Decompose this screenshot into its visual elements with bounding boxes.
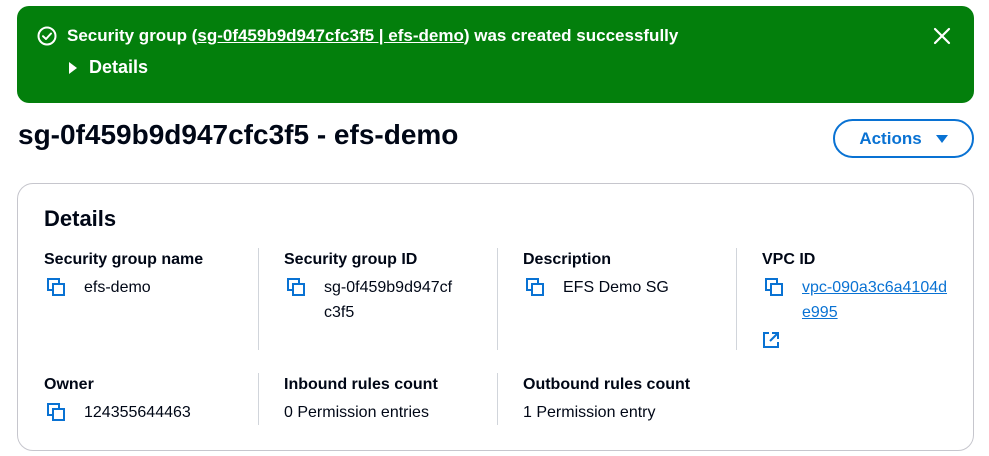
field-label: Owner <box>44 376 94 393</box>
field-security-group-id: Security group ID sg-0f459b9d947cfc3f5 <box>284 251 484 325</box>
field-label: Description <box>523 251 612 268</box>
field-description: Description EFS Demo SG <box>523 251 753 300</box>
success-flash-banner: Security group (sg-0f459b9d947cfc3f5 | e… <box>17 6 974 103</box>
success-check-icon <box>37 26 57 46</box>
security-group-id-value: sg-0f459b9d947cfc3f5 <box>324 279 453 321</box>
flash-message: Security group (sg-0f459b9d947cfc3f5 | e… <box>37 26 678 46</box>
field-label: Security group ID <box>284 251 418 268</box>
outbound-rules-count-value: 1 Permission entry <box>523 404 656 421</box>
column-divider <box>258 248 259 350</box>
field-label: Security group name <box>44 251 204 268</box>
caret-right-icon <box>69 61 77 74</box>
flash-message-suffix: ) was created successfully <box>463 26 679 45</box>
details-container: Details Security group name efs-demo Sec… <box>17 183 974 451</box>
copy-icon[interactable] <box>46 402 66 422</box>
close-icon[interactable] <box>932 26 952 46</box>
field-outbound-rules-count: Outbound rules count 1 Permission entry <box>523 376 753 425</box>
external-link-icon[interactable] <box>762 331 780 349</box>
field-label: VPC ID <box>762 251 816 268</box>
copy-icon[interactable] <box>46 277 66 297</box>
field-label: Outbound rules count <box>523 376 691 393</box>
column-divider <box>497 248 498 350</box>
column-divider <box>736 248 737 350</box>
vpc-id-link[interactable]: vpc-090a3c6a4104de995 <box>802 279 947 321</box>
flash-details-label: Details <box>89 57 149 77</box>
field-security-group-name: Security group name efs-demo <box>44 251 274 300</box>
description-value: EFS Demo SG <box>563 279 669 296</box>
caret-down-icon <box>935 134 948 143</box>
column-divider <box>497 373 498 425</box>
actions-button-label: Actions <box>859 128 922 148</box>
column-divider <box>258 373 259 425</box>
inbound-rules-count-value: 0 Permission entries <box>284 404 429 421</box>
page-title: sg-0f459b9d947cfc3f5 - efs-demo <box>18 119 459 150</box>
field-label: Inbound rules count <box>284 376 438 393</box>
security-group-name-value: efs-demo <box>84 279 151 296</box>
flash-details-toggle[interactable]: Details <box>69 57 148 78</box>
field-inbound-rules-count: Inbound rules count 0 Permission entries <box>284 376 514 425</box>
flash-message-prefix: Security group ( <box>67 26 198 45</box>
field-vpc-id: VPC ID vpc-090a3c6a4104de995 <box>762 251 952 349</box>
owner-value: 124355644463 <box>84 404 191 421</box>
details-heading: Details <box>44 206 117 231</box>
copy-icon[interactable] <box>764 277 784 297</box>
flash-security-group-link[interactable]: sg-0f459b9d947cfc3f5 | efs-demo <box>197 26 463 46</box>
actions-button[interactable]: Actions <box>833 119 974 158</box>
copy-icon[interactable] <box>525 277 545 297</box>
field-owner: Owner 124355644463 <box>44 376 274 425</box>
